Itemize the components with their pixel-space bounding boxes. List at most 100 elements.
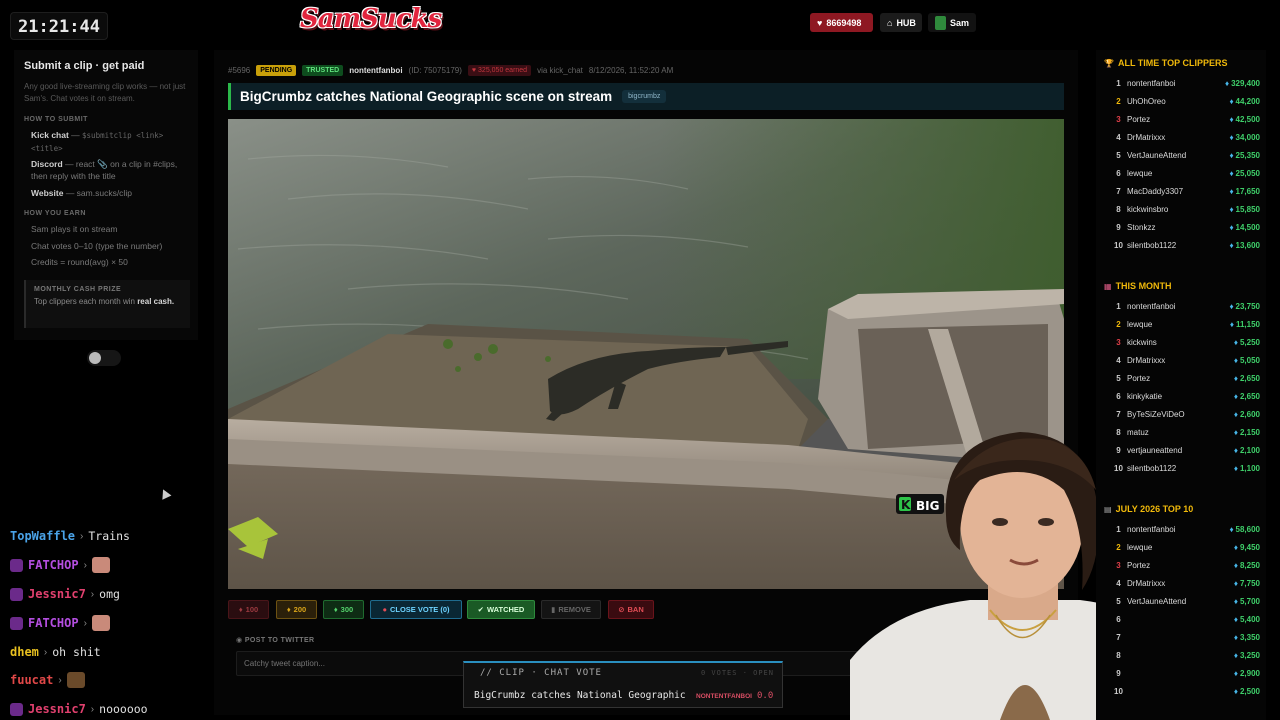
diamond-icon: ♦ bbox=[1233, 614, 1238, 624]
user-menu-button[interactable]: Sam bbox=[928, 13, 976, 32]
trophy-icon: 🏆 bbox=[1104, 58, 1114, 68]
vote-clip-title: BigCrumbz catches National Geographic bbox=[474, 690, 686, 701]
clipper-name[interactable]: DrMatrixxx bbox=[1127, 133, 1229, 142]
clipper-name[interactable]: nontentfanboi bbox=[1127, 302, 1229, 311]
chat-username[interactable]: fuucat bbox=[10, 673, 53, 687]
rank-number: 6 bbox=[1116, 168, 1121, 178]
rank-number: 5 bbox=[1116, 150, 1121, 160]
clipper-credits: ♦ 13,600 bbox=[1229, 240, 1260, 250]
face-emote-icon bbox=[91, 615, 110, 631]
clipper-name[interactable]: UhOhOreo bbox=[1127, 97, 1229, 106]
rank-number: 5 bbox=[1116, 596, 1121, 606]
clipper-name[interactable]: kickwinsbro bbox=[1127, 205, 1229, 214]
clipper-name[interactable]: ByTeSiZeViDeO bbox=[1127, 410, 1234, 419]
clipper-name[interactable]: DrMatrixxx bbox=[1127, 579, 1234, 588]
ban-button[interactable]: ⊘ BAN bbox=[608, 600, 654, 619]
rank-number: 10 bbox=[1114, 686, 1123, 696]
chat-username[interactable]: FATCHOP bbox=[28, 558, 79, 572]
chevron-right-icon: › bbox=[83, 559, 87, 571]
clipper-credits: ♦ 25,350 bbox=[1229, 150, 1260, 160]
clipper-name[interactable]: DrMatrixxx bbox=[1127, 356, 1234, 365]
clipper-name[interactable]: Stonkzz bbox=[1127, 223, 1229, 232]
rank-number: 7 bbox=[1116, 409, 1121, 419]
submitter-name[interactable]: nontentfanboi bbox=[349, 66, 402, 75]
vote-status: 0 VOTES · OPEN bbox=[700, 669, 774, 677]
clipper-credits: ♦ 11,150 bbox=[1229, 319, 1260, 329]
clipper-credits: ♦ 3,250 bbox=[1233, 650, 1260, 660]
all-time-leaderboard-row: 3 Portez ♦ 42,500 bbox=[1110, 110, 1260, 128]
diamond-icon: ♦ bbox=[1233, 560, 1238, 570]
july-leaderboard-row: 8 ♦ 3,250 bbox=[1110, 646, 1260, 664]
clipper-name[interactable]: matuz bbox=[1127, 428, 1234, 437]
cat-emote-icon bbox=[66, 672, 85, 688]
clipper-name[interactable]: lewque bbox=[1127, 320, 1230, 329]
calendar-icon: ▤ bbox=[1104, 504, 1112, 514]
diamond-icon: ♦ bbox=[1233, 668, 1238, 678]
diamond-icon: ♦ bbox=[1229, 150, 1234, 160]
clipper-credits: ♦ 2,600 bbox=[1233, 409, 1260, 419]
clipper-name[interactable]: Portez bbox=[1127, 115, 1229, 124]
chat-username[interactable]: Jessnic7 bbox=[28, 587, 86, 601]
all-time-leaderboard-row: 9 Stonkzz ♦ 14,500 bbox=[1110, 218, 1260, 236]
streamer-tag[interactable]: bigcrumbz bbox=[622, 90, 667, 103]
vote-200-button[interactable]: ♦ 200 bbox=[276, 600, 317, 619]
clipper-name[interactable]: vertjauneattend bbox=[1127, 446, 1234, 455]
july-leaderboard-row: 1 nontentfanboi ♦ 58,600 bbox=[1110, 520, 1260, 538]
clipper-name[interactable]: silentbob1122 bbox=[1127, 464, 1234, 473]
rank-number: 4 bbox=[1116, 132, 1121, 142]
clipper-name[interactable]: lewque bbox=[1127, 543, 1234, 552]
this-month-leaderboard-row: 4 DrMatrixxx ♦ 5,050 bbox=[1110, 351, 1260, 369]
hub-button[interactable]: ⌂ HUB bbox=[880, 13, 922, 32]
rank-number: 9 bbox=[1116, 222, 1121, 232]
check-icon: ✔ bbox=[477, 605, 484, 614]
clipper-name[interactable]: silentbob1122 bbox=[1127, 241, 1229, 250]
rank-number: 4 bbox=[1116, 355, 1121, 365]
july-leaderboard-row: 10 ♦ 2,500 bbox=[1110, 682, 1260, 700]
vote-300-button[interactable]: ♦ 300 bbox=[323, 600, 364, 619]
clipper-credits: ♦ 2,650 bbox=[1233, 391, 1260, 401]
diamond-icon: ♦ bbox=[238, 605, 243, 614]
ban-icon: ⊘ bbox=[618, 605, 625, 614]
diamond-icon: ♦ bbox=[1233, 650, 1238, 660]
clipper-name[interactable]: Portez bbox=[1127, 374, 1234, 383]
vote-100-button[interactable]: ♦ 100 bbox=[228, 600, 269, 619]
clipper-name[interactable]: MacDaddy3307 bbox=[1127, 187, 1229, 196]
diamond-icon: ♦ bbox=[1233, 391, 1238, 401]
chat-username[interactable]: dhem bbox=[10, 645, 39, 659]
chevron-right-icon: › bbox=[80, 530, 84, 542]
rank-number: 3 bbox=[1116, 337, 1121, 347]
chat-message: TopWaffle › Trains bbox=[10, 524, 130, 548]
watched-button[interactable]: ✔ WATCHED bbox=[467, 600, 535, 619]
remove-button[interactable]: ▮ REMOVE bbox=[541, 600, 601, 619]
clipper-name[interactable]: kinkykatie bbox=[1127, 392, 1234, 401]
rank-number: 6 bbox=[1116, 614, 1121, 624]
tweet-label: ◉ POST TO TWITTER bbox=[236, 637, 315, 644]
clipper-credits: ♦ 2,650 bbox=[1233, 373, 1260, 383]
chevron-right-icon: › bbox=[58, 674, 62, 686]
clipper-name[interactable]: kickwins bbox=[1127, 338, 1234, 347]
subscriber-badge-icon bbox=[10, 587, 23, 601]
clipper-name[interactable]: nontentfanboi bbox=[1127, 525, 1229, 534]
chat-text: Trains bbox=[88, 529, 130, 543]
chat-username[interactable]: FATCHOP bbox=[28, 616, 79, 630]
chat-message: Jessnic7 › omg bbox=[10, 582, 120, 606]
close-vote-button[interactable]: ● CLOSE VOTE (0) bbox=[370, 600, 462, 619]
hub-label: HUB bbox=[896, 17, 916, 28]
clipper-name[interactable]: lewque bbox=[1127, 169, 1229, 178]
panel-toggle[interactable] bbox=[87, 350, 121, 366]
chat-username[interactable]: TopWaffle bbox=[10, 529, 75, 543]
clipper-name[interactable]: nontentfanboi bbox=[1127, 79, 1225, 88]
diamond-icon: ♦ bbox=[1229, 186, 1234, 196]
chat-message: fuucat › bbox=[10, 668, 85, 692]
submitter-id: (ID: 75075179) bbox=[408, 65, 462, 75]
clipper-name[interactable]: Portez bbox=[1127, 561, 1234, 570]
all-time-leaderboard-row: 1 nontentfanboi ♦ 329,400 bbox=[1110, 74, 1260, 92]
points-button[interactable]: ♥ 8669498 bbox=[810, 13, 873, 32]
clipper-credits: ♦ 2,150 bbox=[1233, 427, 1260, 437]
earn-step: Sam plays it on stream bbox=[31, 224, 118, 234]
prize-heading: MONTHLY CASH PRIZE bbox=[34, 286, 122, 293]
clipper-name[interactable]: VertJauneAttend bbox=[1127, 597, 1234, 606]
clipper-name[interactable]: VertJauneAttend bbox=[1127, 151, 1229, 160]
site-logo[interactable]: SamSucks bbox=[300, 4, 442, 44]
chat-username[interactable]: Jessnic7 bbox=[28, 702, 86, 716]
